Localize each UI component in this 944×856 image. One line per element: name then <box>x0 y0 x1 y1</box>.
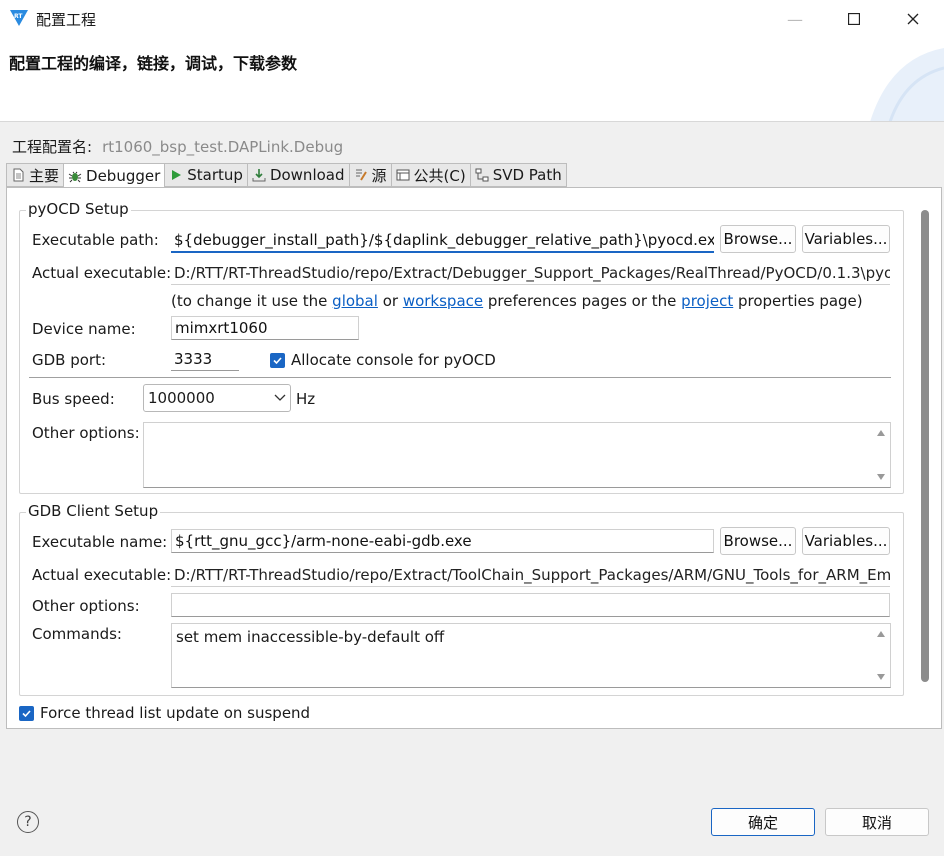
project-link[interactable]: project <box>681 292 733 310</box>
hint-prefix: (to change it use the <box>171 292 333 310</box>
commands-scrollbar[interactable] <box>872 624 890 687</box>
global-link[interactable]: global <box>332 292 378 310</box>
download-icon <box>252 169 266 182</box>
pyocd-separator <box>29 377 891 378</box>
title-bar: RT 配置工程 — <box>0 0 944 38</box>
commands-textarea[interactable]: set mem inaccessible-by-default off <box>171 623 891 688</box>
pyocd-other-options-label: Other options: <box>32 424 140 442</box>
close-button[interactable] <box>890 0 936 38</box>
actual-exec-label: Actual executable: <box>32 264 172 282</box>
tab-main[interactable]: 主要 <box>6 163 65 187</box>
tab-download[interactable]: Download <box>247 163 350 187</box>
bug-icon <box>68 171 82 182</box>
play-icon <box>172 170 182 180</box>
gdb-other-options-label: Other options: <box>32 597 140 615</box>
config-name-row: 工程配置名: rt1060_bsp_test.DAPLink.Debug <box>12 136 343 157</box>
gdb-port-input[interactable]: 3333 <box>171 347 239 371</box>
close-icon <box>907 13 919 25</box>
rt-thread-app-icon: RT <box>10 10 28 26</box>
pyocd-options-scrollbar[interactable] <box>872 423 890 487</box>
chevron-down-icon <box>274 394 286 401</box>
minimize-button[interactable]: — <box>772 0 818 38</box>
window-title: 配置工程 <box>36 11 97 29</box>
header-title: 配置工程的编译，链接，调试，下载参数 <box>9 54 298 73</box>
scroll-down-icon[interactable] <box>876 673 886 681</box>
commands-value: set mem inaccessible-by-default off <box>176 628 445 646</box>
gdb-variables-button[interactable]: Variables... <box>802 527 890 555</box>
tab-source[interactable]: 源 <box>349 163 392 187</box>
tab-startup[interactable]: Startup <box>165 163 248 187</box>
tab-debugger-label: Debugger <box>86 166 161 185</box>
actual-exec-value: D:/RTT/RT-ThreadStudio/repo/Extract/Debu… <box>171 261 890 285</box>
bus-speed-select[interactable]: 1000000 <box>143 384 291 412</box>
bus-speed-unit: Hz <box>296 390 316 408</box>
ok-button[interactable]: 确定 <box>711 808 815 836</box>
tab-debugger[interactable]: Debugger <box>64 163 166 188</box>
config-name-label: 工程配置名: <box>12 138 93 156</box>
tab-bar: 主要 Debugger Startup Download 源 公共(C) SVD… <box>6 163 567 188</box>
maximize-button[interactable] <box>831 0 877 38</box>
device-name-label: Device name: <box>32 320 136 338</box>
tab-common[interactable]: 公共(C) <box>391 163 471 187</box>
workspace-link[interactable]: workspace <box>403 292 483 310</box>
pyocd-group-title: pyOCD Setup <box>26 200 131 218</box>
minimize-icon: — <box>787 9 803 29</box>
gdb-client-group-title: GDB Client Setup <box>26 502 161 520</box>
bus-speed-value: 1000000 <box>148 389 215 407</box>
device-name-input[interactable]: mimxrt1060 <box>171 316 359 340</box>
pyocd-browse-button[interactable]: Browse... <box>720 225 796 253</box>
tab-main-label: 主要 <box>29 166 60 185</box>
gdb-browse-button[interactable]: Browse... <box>720 527 796 555</box>
tab-source-label: 源 <box>371 166 387 185</box>
svg-text:RT: RT <box>14 13 23 20</box>
preferences-hint: (to change it use the global or workspac… <box>171 292 863 310</box>
tab-svd-path-label: SVD Path <box>492 166 562 184</box>
help-button[interactable]: ? <box>17 811 39 833</box>
tab-svd-path[interactable]: SVD Path <box>470 163 567 187</box>
tab-startup-label: Startup <box>187 166 243 184</box>
allocate-console-label: Allocate console for pyOCD <box>291 351 496 369</box>
source-icon <box>355 169 367 181</box>
exec-path-label: Executable path: <box>32 231 159 249</box>
tab-common-label: 公共(C) <box>413 166 466 185</box>
scroll-up-icon[interactable] <box>876 630 886 638</box>
dialog-header: 配置工程的编译，链接，调试，下载参数 <box>0 38 944 122</box>
gdb-actual-exec-value: D:/RTT/RT-ThreadStudio/repo/Extract/Tool… <box>171 563 890 587</box>
force-thread-label: Force thread list update on suspend <box>40 704 311 722</box>
gdb-exec-name-input[interactable]: ${rtt_gnu_gcc}/arm-none-eabi-gdb.exe <box>171 529 714 553</box>
maximize-icon <box>848 13 860 25</box>
gdb-port-label: GDB port: <box>32 351 107 369</box>
cancel-button[interactable]: 取消 <box>825 808 929 836</box>
common-icon <box>396 169 410 181</box>
gdb-exec-name-label: Executable name: <box>32 533 168 551</box>
force-thread-checkbox[interactable]: Force thread list update on suspend <box>19 704 310 722</box>
hint-suffix: properties page) <box>733 292 863 310</box>
hint-or: or <box>377 292 403 310</box>
force-thread-check-icon <box>19 705 34 721</box>
exec-path-input[interactable]: ${debugger_install_path}/${daplink_debug… <box>171 228 714 253</box>
config-name-value: rt1060_bsp_test.DAPLink.Debug <box>102 138 344 156</box>
hint-mid: preferences pages or the <box>483 292 682 310</box>
scroll-up-icon[interactable] <box>876 429 886 437</box>
tab-download-label: Download <box>269 166 345 184</box>
pyocd-variables-button[interactable]: Variables... <box>802 225 890 253</box>
header-decoration <box>870 48 944 121</box>
scroll-down-icon[interactable] <box>876 473 886 481</box>
help-icon: ? <box>24 814 32 830</box>
gdb-actual-exec-label: Actual executable: <box>32 566 172 584</box>
allocate-console-checkbox[interactable]: Allocate console for pyOCD <box>270 351 496 369</box>
svd-icon <box>475 168 489 182</box>
document-icon <box>13 168 24 182</box>
gdb-other-options-input[interactable] <box>171 593 890 617</box>
bus-speed-label: Bus speed: <box>32 390 115 408</box>
pyocd-other-options-textarea[interactable] <box>143 422 891 488</box>
allocate-console-check-icon <box>270 352 285 368</box>
commands-label: Commands: <box>32 625 122 643</box>
panel-scrollbar-thumb[interactable] <box>921 210 929 682</box>
